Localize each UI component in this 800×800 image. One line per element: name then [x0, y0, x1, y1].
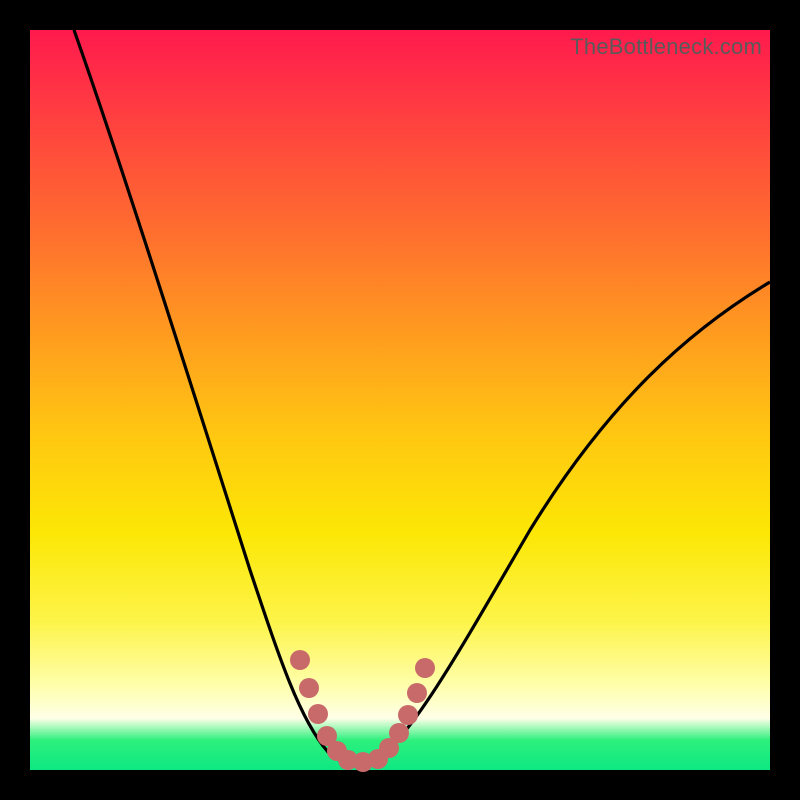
marker-dot — [415, 658, 435, 678]
marker-dot — [308, 704, 328, 724]
bottleneck-curve — [74, 30, 770, 764]
marker-dot — [299, 678, 319, 698]
marker-group — [290, 650, 435, 772]
chart-svg — [30, 30, 770, 770]
marker-dot — [290, 650, 310, 670]
outer-frame: TheBottleneck.com — [0, 0, 800, 800]
marker-dot — [398, 705, 418, 725]
marker-dot — [389, 723, 409, 743]
marker-dot — [407, 683, 427, 703]
plot-area: TheBottleneck.com — [30, 30, 770, 770]
